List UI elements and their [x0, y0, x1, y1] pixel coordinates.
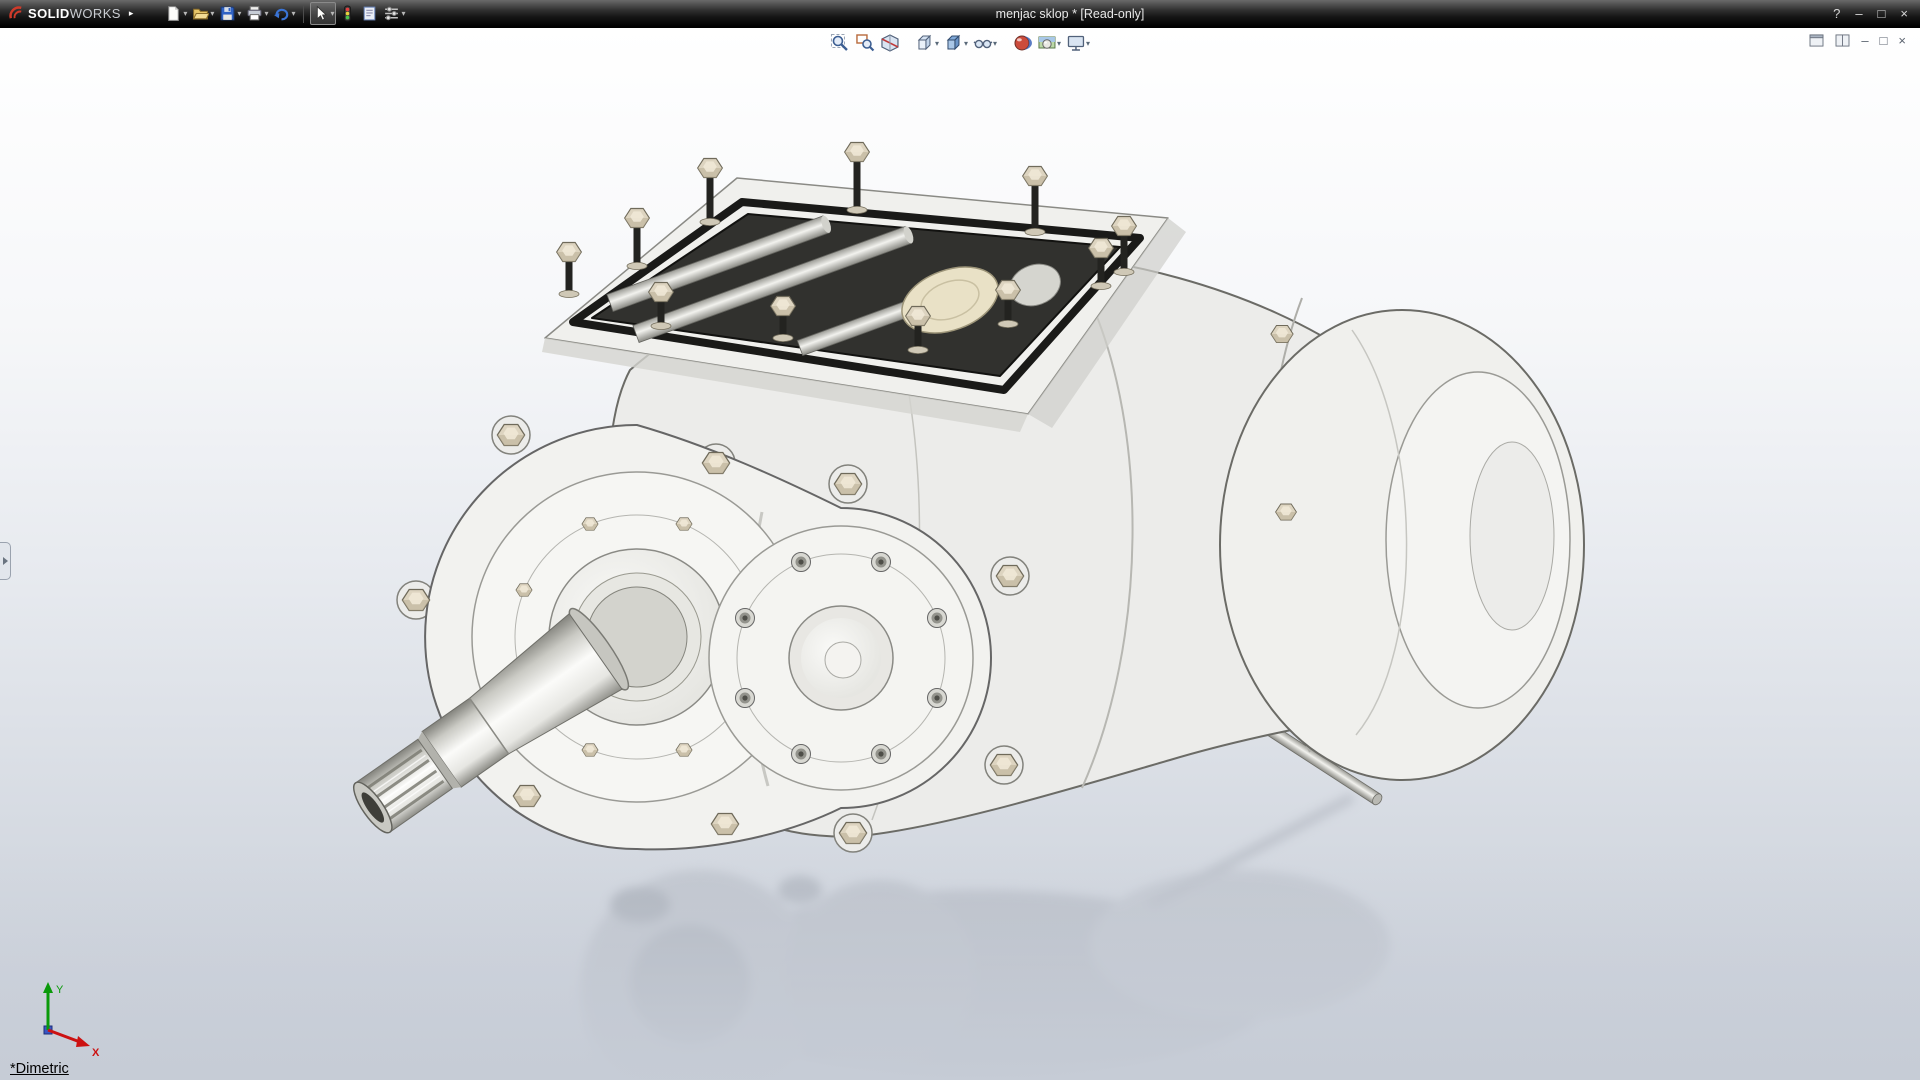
dropdown-arrow-icon[interactable]: ▾	[935, 39, 939, 48]
split-pane-icon	[1835, 34, 1850, 47]
section-view-icon	[880, 33, 900, 53]
open-button[interactable]: ▾	[190, 2, 216, 25]
model-canvas[interactable]: Y X	[0, 0, 1920, 1080]
rebuild-traffic-light-icon	[339, 5, 356, 22]
housing-bolt[interactable]	[1271, 326, 1293, 343]
view-settings-button[interactable]: ▾	[1065, 32, 1091, 54]
new-document-icon	[165, 5, 182, 22]
hide-show-glasses-icon	[973, 33, 993, 53]
print-icon	[246, 5, 263, 22]
pane-layout-button[interactable]	[1809, 34, 1824, 47]
view-settings-monitor-icon	[1066, 33, 1086, 53]
solidworks-logo: SOLIDWORKS ▸	[0, 5, 141, 23]
dropdown-arrow-icon[interactable]: ▾	[291, 9, 295, 18]
print-button[interactable]: ▾	[244, 2, 270, 25]
apply-scene-button[interactable]: ▾	[1036, 32, 1062, 54]
dropdown-arrow-icon[interactable]: ▾	[401, 9, 405, 18]
dropdown-arrow-icon[interactable]: ▾	[210, 9, 214, 18]
options-button[interactable]: ▾	[381, 2, 407, 25]
split-layout-button[interactable]	[1835, 34, 1850, 47]
rebuild-button[interactable]	[337, 2, 358, 25]
standard-toolbar: ▾ ▾ ▾ ▾ ▾ ▾ ▾	[163, 2, 407, 25]
dropdown-arrow-icon[interactable]: ▾	[964, 39, 968, 48]
dropdown-arrow-icon[interactable]: ▾	[237, 9, 241, 18]
cover-bolt	[557, 243, 582, 298]
toolbar-separator	[303, 5, 304, 23]
solidworks-logo-icon	[8, 5, 25, 22]
reflection-fade	[0, 850, 1920, 1080]
window-controls: ? – □ ×	[1833, 7, 1920, 20]
rear-housing-dome[interactable]	[1220, 310, 1584, 780]
document-title: menjac sklop * [Read-only]	[340, 7, 1800, 21]
dropdown-arrow-icon[interactable]: ▾	[264, 9, 268, 18]
undo-icon	[273, 5, 290, 22]
view-orientation-cube-icon	[915, 33, 935, 53]
zoom-fit-button[interactable]	[829, 32, 851, 54]
open-folder-icon	[192, 5, 209, 22]
view-orientation-label: *Dimetric	[10, 1061, 69, 1077]
doc-minimize-button[interactable]: –	[1861, 34, 1868, 47]
file-properties-button[interactable]	[359, 2, 380, 25]
dropdown-arrow-icon[interactable]: ▾	[993, 39, 997, 48]
menu-expand-arrow[interactable]: ▸	[129, 8, 134, 19]
display-style-cube-icon	[944, 33, 964, 53]
document-window-controls: – □ ×	[1809, 34, 1906, 47]
window-pane-icon	[1809, 34, 1824, 47]
minimize-button[interactable]: –	[1855, 7, 1862, 20]
dropdown-arrow-icon[interactable]: ▾	[183, 9, 187, 18]
heads-up-view-toolbar: ▾ ▾ ▾ ▾ ▾	[829, 32, 1091, 54]
featuremanager-flyout-handle[interactable]	[0, 542, 11, 580]
restore-button[interactable]: □	[1878, 7, 1886, 20]
save-button[interactable]: ▾	[217, 2, 243, 25]
edit-appearance-button[interactable]	[1011, 32, 1033, 54]
save-icon	[219, 5, 236, 22]
doc-close-button[interactable]: ×	[1898, 34, 1906, 47]
options-icon	[383, 5, 400, 22]
brand-text-solid: SOLID	[28, 6, 70, 21]
gearbox-model[interactable]	[337, 143, 1584, 854]
input-flange[interactable]	[709, 526, 973, 790]
zoom-fit-icon	[830, 33, 850, 53]
hide-show-items-button[interactable]: ▾	[972, 32, 998, 54]
dropdown-arrow-icon[interactable]: ▾	[330, 9, 334, 18]
display-style-button[interactable]: ▾	[943, 32, 969, 54]
zoom-area-button[interactable]	[854, 32, 876, 54]
brand-text-works: WORKS	[70, 6, 121, 21]
new-button[interactable]: ▾	[163, 2, 189, 25]
edit-appearance-sphere-icon	[1012, 33, 1032, 53]
select-cursor-icon	[312, 5, 329, 22]
section-view-button[interactable]	[879, 32, 901, 54]
help-button[interactable]: ?	[1833, 7, 1840, 20]
file-properties-icon	[361, 5, 378, 22]
select-button[interactable]: ▾	[310, 2, 336, 25]
apply-scene-icon	[1037, 33, 1057, 53]
undo-button[interactable]: ▾	[271, 2, 297, 25]
zoom-area-icon	[855, 33, 875, 53]
dropdown-arrow-icon[interactable]: ▾	[1086, 39, 1090, 48]
doc-restore-button[interactable]: □	[1880, 34, 1888, 47]
housing-bolt[interactable]	[1276, 504, 1297, 520]
view-orientation-button[interactable]: ▾	[914, 32, 940, 54]
x-axis-label: X	[92, 1047, 100, 1059]
dropdown-arrow-icon[interactable]: ▾	[1057, 39, 1061, 48]
titlebar: SOLIDWORKS ▸ ▾ ▾ ▾ ▾ ▾ ▾	[0, 0, 1920, 28]
y-axis-label: Y	[56, 984, 64, 996]
close-button[interactable]: ×	[1900, 7, 1908, 20]
